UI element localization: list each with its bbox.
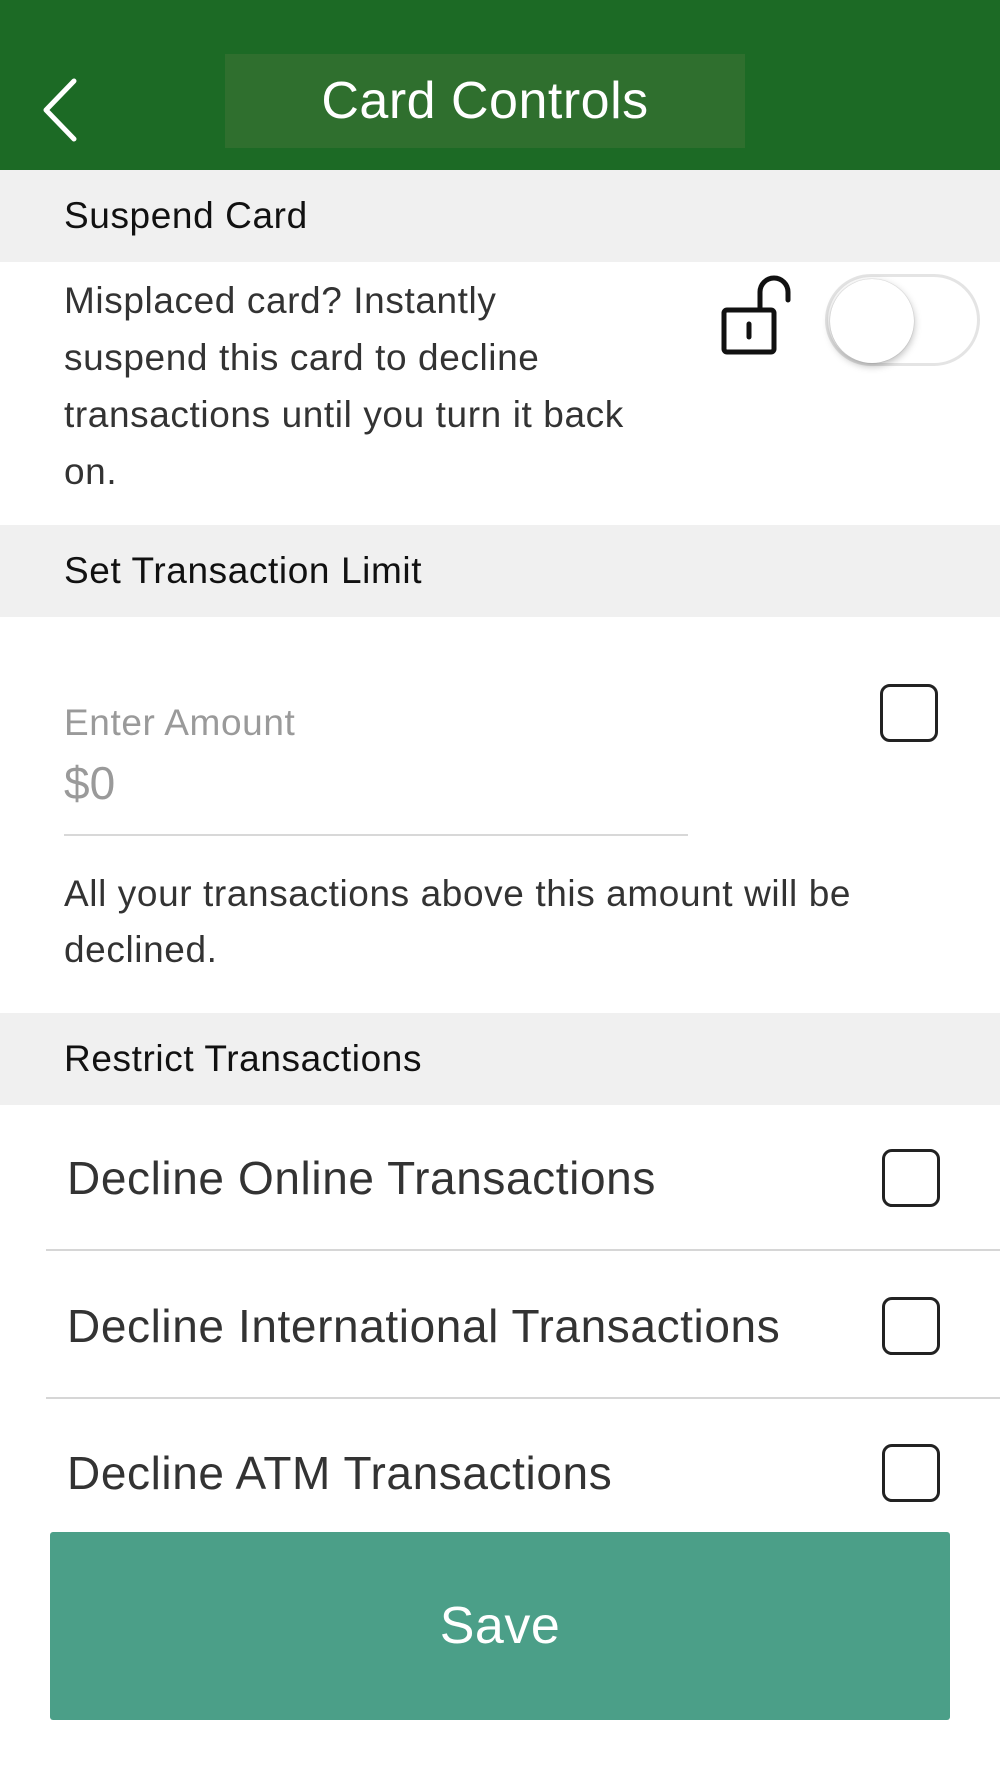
decline-international-label: Decline International Transactions: [67, 1300, 781, 1352]
header-bar: Card Controls: [0, 0, 1000, 170]
section-header-suspend-card: Suspend Card: [0, 170, 1000, 262]
toggle-knob: [830, 279, 914, 363]
transaction-limit-description: All your transactions above this amount …: [64, 873, 852, 970]
restrict-row-international[interactable]: Decline International Transactions: [46, 1253, 1000, 1399]
decline-atm-label: Decline ATM Transactions: [67, 1447, 613, 1499]
amount-input-underline: [64, 834, 688, 836]
page-title: Card Controls: [321, 72, 649, 130]
suspend-card-description: Misplaced card? Instantly suspend this c…: [64, 280, 624, 492]
restrict-row-online[interactable]: Decline Online Transactions: [46, 1105, 1000, 1251]
decline-online-checkbox[interactable]: [882, 1149, 940, 1207]
unlocked-padlock-icon: [721, 275, 791, 355]
suspend-card-toggle[interactable]: [825, 274, 980, 366]
back-button[interactable]: [30, 70, 90, 150]
section-header-transaction-limit: Set Transaction Limit: [0, 525, 1000, 617]
restrict-row-atm[interactable]: Decline ATM Transactions: [46, 1400, 1000, 1546]
section-header-restrict-transactions: Restrict Transactions: [0, 1013, 1000, 1105]
decline-online-label: Decline Online Transactions: [67, 1152, 656, 1204]
amount-field-label: Enter Amount: [64, 702, 296, 743]
card-controls-screen: Card Controls Suspend Card Misplaced car…: [0, 0, 1000, 1778]
transaction-limit-checkbox[interactable]: [880, 684, 938, 742]
chevron-left-icon: [43, 78, 77, 142]
amount-input[interactable]: [64, 748, 684, 818]
decline-international-checkbox[interactable]: [882, 1297, 940, 1355]
decline-atm-checkbox[interactable]: [882, 1444, 940, 1502]
page-title-container: Card Controls: [225, 54, 745, 148]
save-button[interactable]: Save: [50, 1532, 950, 1720]
